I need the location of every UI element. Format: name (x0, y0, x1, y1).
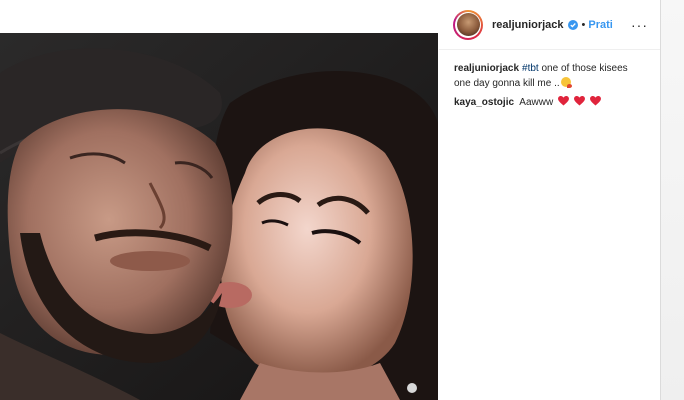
red-heart-icon (573, 96, 585, 106)
comments-section: realjuniorjack #tbt one of those kisees o… (439, 50, 660, 111)
red-heart-icon (558, 96, 569, 106)
comment-text: Aawww (519, 97, 554, 108)
selfie-photo (0, 33, 438, 400)
comment-username[interactable]: kaya_ostojic (454, 97, 514, 108)
avatar-image (456, 13, 480, 36)
red-heart-icon (589, 96, 601, 106)
instagram-post: realjuniorjack • Prati ··· realjuniorjac… (0, 0, 661, 400)
comment-item: kaya_ostojic Aawww (454, 95, 646, 111)
hearts-emoji-group (558, 96, 603, 111)
avatar[interactable] (453, 9, 483, 40)
face-with-kiss-emoji-icon (560, 77, 572, 88)
more-options-icon[interactable]: ··· (631, 17, 648, 33)
caption: realjuniorjack #tbt one of those kisees o… (454, 61, 646, 91)
verified-badge-icon (567, 19, 578, 30)
post-header: realjuniorjack • Prati ··· (439, 0, 660, 50)
avatar-frame (455, 11, 481, 38)
caption-hashtag[interactable]: #tbt (522, 63, 539, 74)
caption-username[interactable]: realjuniorjack (454, 63, 519, 74)
follow-button[interactable]: Prati (588, 19, 612, 31)
post-photo[interactable] (0, 33, 438, 400)
post-sidebar: realjuniorjack • Prati ··· realjuniorjac… (439, 0, 660, 400)
header-username[interactable]: realjuniorjack (492, 19, 564, 31)
header-separator: • (581, 18, 586, 31)
